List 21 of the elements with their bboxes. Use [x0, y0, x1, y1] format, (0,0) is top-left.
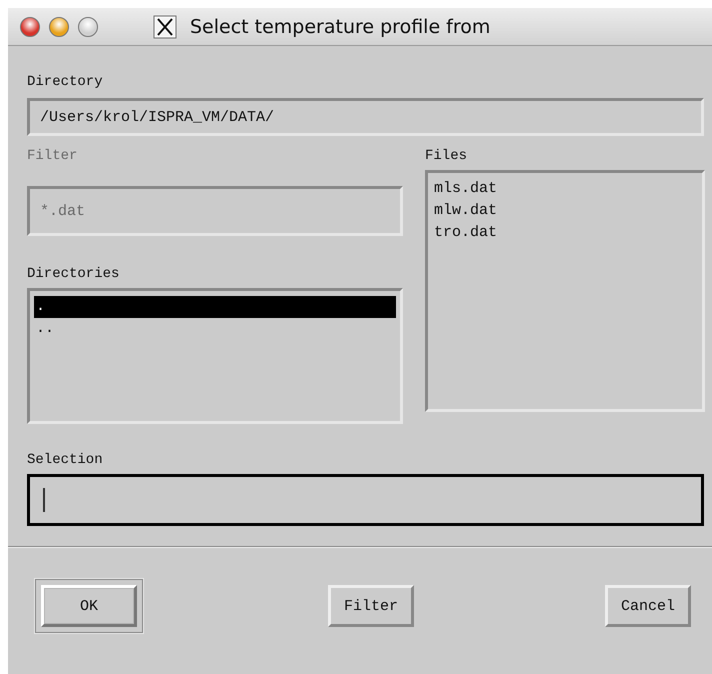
filter-value: *.dat [40, 202, 86, 220]
window-title: Select temperature profile from [190, 16, 490, 38]
selection-label: Selection [27, 452, 103, 468]
directories-label: Directories [27, 266, 120, 282]
minimize-button[interactable] [49, 16, 69, 36]
dialog-button[interactable]: Cancel [605, 585, 691, 627]
file-item[interactable]: mlw.dat [432, 200, 698, 222]
filter-label: Filter [27, 148, 78, 164]
directory-field[interactable]: /Users/krol/ISPRA_VM/DATA/ [27, 98, 704, 136]
dialog-button[interactable]: Filter [328, 585, 414, 627]
selection-field[interactable] [27, 474, 704, 526]
zoom-button[interactable] [78, 16, 98, 36]
x11-icon [153, 14, 177, 38]
file-item[interactable]: mls.dat [432, 178, 698, 200]
directory-item[interactable]: . [34, 296, 396, 318]
files-label: Files [425, 148, 468, 164]
directory-item[interactable]: .. [34, 318, 396, 340]
text-cursor-icon [43, 488, 47, 512]
file-item[interactable]: tro.dat [432, 222, 698, 244]
directory-label: Directory [27, 74, 103, 90]
close-button[interactable] [20, 16, 40, 36]
